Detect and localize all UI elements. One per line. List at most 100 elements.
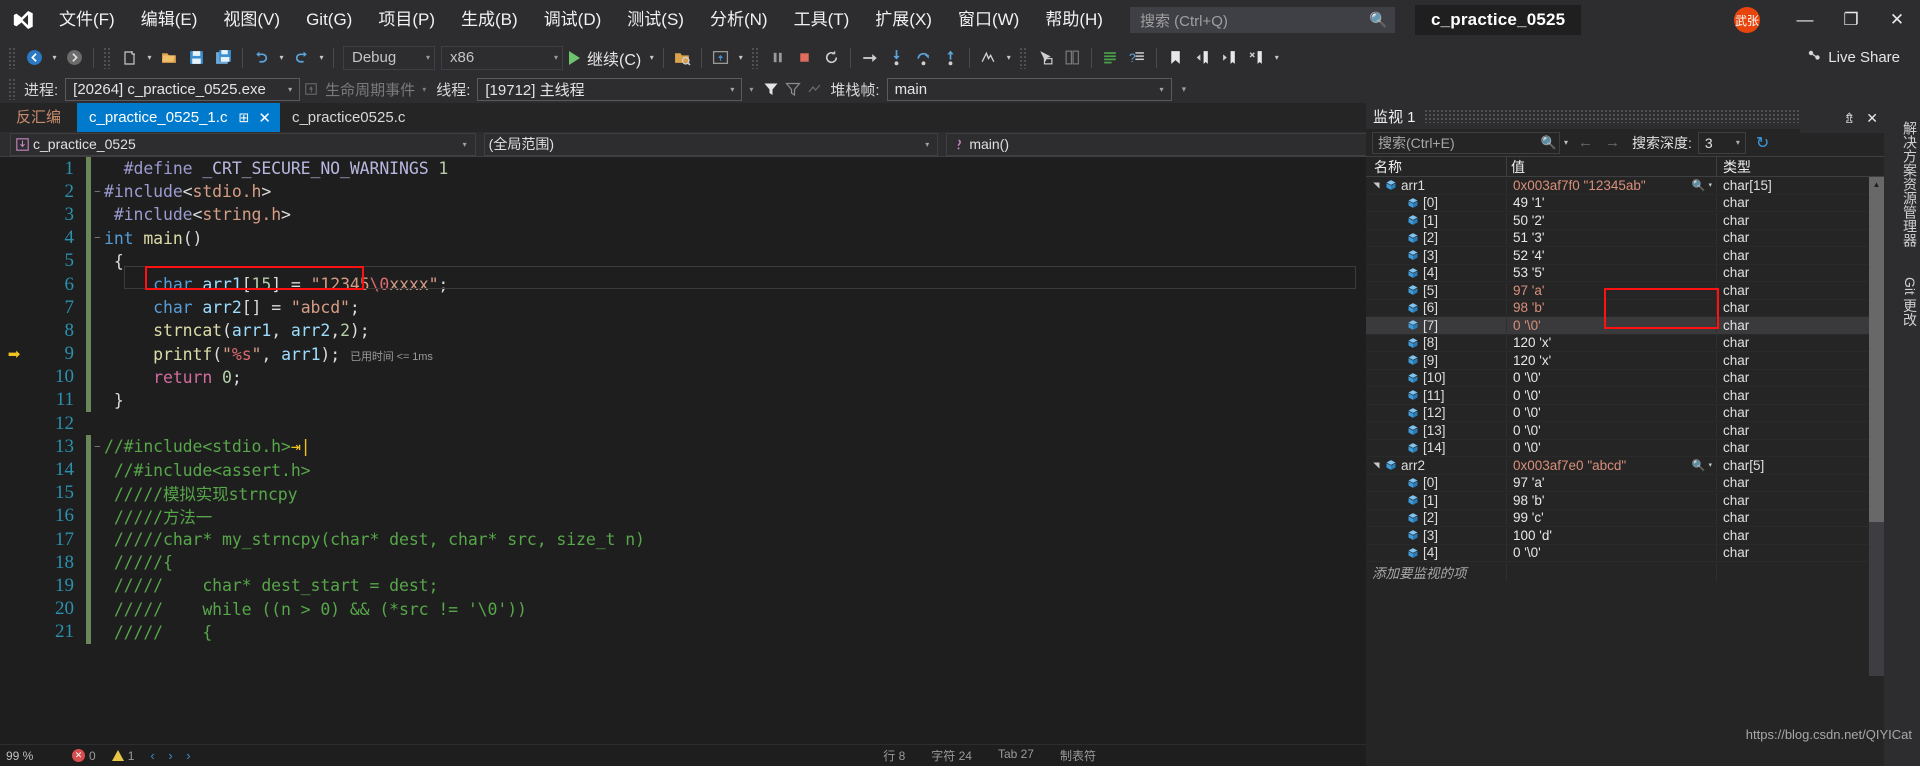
expand-collapse-icon[interactable]: ◢ [1392,409,1404,417]
code-line[interactable]: 10 return 0; [0,365,1366,389]
dock-tab-solution-explorer[interactable]: 解决方案资源管理器 [1884,109,1920,259]
toolbar-grip-2[interactable] [103,46,112,69]
step-out-icon[interactable] [937,44,964,71]
redo-caret-icon[interactable]: ▾ [315,44,328,71]
code-line[interactable]: 3 #include<string.h> [0,203,1366,227]
watch-value-cell[interactable]: 98 'b' [1506,300,1716,316]
expand-collapse-icon[interactable]: ◢ [1392,339,1404,347]
navigate-back-caret-icon[interactable]: ▾ [48,44,61,71]
tab-c-practice0525[interactable]: c_practice0525.c [280,103,414,132]
close-icon[interactable]: ✕ [258,109,271,127]
fold-toggle-icon[interactable]: − [91,441,104,453]
watch-row[interactable]: ◢ [2] 51 '3' char [1366,230,1884,247]
code-line[interactable]: 8 strncat(arr1, arr2,2); [0,319,1366,343]
minimize-button[interactable]: — [1782,0,1828,40]
menu-build[interactable]: 生成(B) [448,0,531,40]
code-line[interactable]: 18 /////{ [0,551,1366,575]
refresh-icon[interactable]: ↻ [1756,133,1769,153]
tab-c-practice-0525-1[interactable]: c_practice_0525_1.c ⊞ ✕ [77,103,280,132]
scroll-up-icon[interactable]: ▲ [1869,177,1884,192]
code-line[interactable]: 13 −//#include<stdio.h>⇥| [0,435,1366,459]
watch-value-cell[interactable]: 120 'x' [1506,335,1716,351]
expand-collapse-icon[interactable]: ◢ [1392,251,1404,259]
code-line[interactable]: 16 /////方法一 [0,504,1366,528]
menu-window[interactable]: 窗口(W) [945,0,1032,40]
watch-value-cell[interactable]: 0 '\0' [1506,387,1716,403]
lifecycle-events-icon[interactable] [300,77,322,101]
watch-row[interactable]: ◢ [4] 0 '\0' char [1366,545,1884,562]
expand-collapse-icon[interactable]: ◢ [1392,391,1404,399]
code-line[interactable]: 4 − int main() [0,226,1366,250]
code-editor[interactable]: 1 #define _CRT_SECURE_NO_WARNINGS 1 2− #in… [0,157,1366,744]
watch-row[interactable]: ◢ [6] 98 'b' char [1366,300,1884,317]
warning-count-group[interactable]: 1 [111,749,134,763]
code-line[interactable]: 12 [0,412,1366,435]
next-bookmark-icon[interactable] [1216,44,1243,71]
comment-lines-icon[interactable] [1097,44,1124,71]
watch-value-cell[interactable]: 0 '\0' [1506,405,1716,421]
open-file-icon[interactable] [156,44,183,71]
watch-value-cell[interactable]: 0 '\0' [1506,440,1716,456]
restore-button[interactable]: ❐ [1828,0,1874,40]
stop-debugging-icon[interactable] [791,44,818,71]
flatten-frames-icon[interactable] [804,77,826,101]
debugbar-overflow-icon[interactable]: ▾ [1172,84,1197,95]
watch-row[interactable]: ◢ [14] 0 '\0' char [1366,440,1884,457]
watch-search-caret-icon[interactable]: ▾ [1560,138,1572,147]
solution-platform-combo[interactable]: x86 ▾ [441,45,563,70]
watch-search-prev-icon[interactable]: ← [1572,134,1599,151]
watch-value-cell[interactable]: 0 '\0' [1506,317,1716,333]
current-statement-arrow-icon[interactable]: ➡ [0,345,28,363]
process-combo[interactable]: [20264] c_practice_0525.exe ▾ [65,77,301,101]
dock-tab-git-changes[interactable]: Git 更改 [1884,265,1920,339]
status-nav-arrows-icon[interactable]: ‹ › › [150,748,195,763]
menu-file[interactable]: 文件(F) [46,0,128,40]
expand-collapse-icon[interactable]: ◢ [1392,356,1404,364]
expand-collapse-icon[interactable]: ◢ [1392,321,1404,329]
save-all-icon[interactable] [210,44,237,71]
watch-search-input[interactable]: 搜索(Ctrl+E) 🔍 [1372,131,1560,154]
watch-grip[interactable] [1423,109,1806,123]
watch-row[interactable]: ◢ [3] 100 'd' char [1366,527,1884,545]
code-line[interactable]: 21 ///// { [0,620,1366,644]
save-icon[interactable] [183,44,210,71]
watch-value-cell[interactable]: 0 '\0' [1506,422,1716,438]
step-into-icon[interactable] [883,44,910,71]
show-next-statement-icon[interactable] [856,44,883,71]
watch-value-cell[interactable]: 0x003af7e0 "abcd" 🔍 ▾ [1506,457,1716,473]
watch-row[interactable]: ◢ [3] 52 '4' char [1366,247,1884,265]
hot-reload-icon[interactable] [707,44,734,71]
toolbar-overflow-icon[interactable]: ▾ [1270,44,1283,71]
debugbar-grip[interactable] [8,78,17,100]
lifecycle-caret-icon[interactable]: ▾ [422,85,426,94]
watch-search-next-icon[interactable]: → [1599,134,1626,151]
diagnostics-caret-icon[interactable]: ▾ [1002,44,1015,71]
code-line[interactable]: 7 char arr2[] = "abcd"; [0,296,1366,320]
menu-project[interactable]: 项目(P) [365,0,448,40]
watch-add-row[interactable]: 添加要监视的项 [1366,562,1884,581]
watch-value-cell[interactable]: 120 'x' [1506,352,1716,368]
expand-collapse-icon[interactable]: ◢ [1392,549,1404,557]
search-depth-combo[interactable]: 3 ▾ [1697,131,1746,154]
navigate-back-icon[interactable] [21,44,48,71]
value-visualizer-group[interactable]: 🔍 ▾ [1692,179,1716,192]
filter-icon[interactable] [760,77,782,101]
code-line[interactable]: ➡ 9 printf("%s", arr1); 已用时间 <= 1ms [0,342,1366,366]
fold-toggle-icon[interactable]: − [91,186,104,198]
watch-row[interactable]: ◢ [1] 50 '2' char [1366,212,1884,230]
avatar[interactable]: 武张 [1734,7,1760,33]
menu-extensions[interactable]: 扩展(X) [862,0,945,40]
magnifier-icon[interactable]: 🔍 [1692,459,1706,472]
nav-scope-combo[interactable]: (全局范围) ▾ [483,132,939,156]
watch-scrollbar[interactable]: ▲ [1869,177,1884,676]
expand-collapse-icon[interactable]: ◢ [1392,286,1404,294]
expand-collapse-icon[interactable]: ◢ [1392,444,1404,452]
thread-combo[interactable]: [19712] 主线程 ▾ [477,77,743,101]
redo-icon[interactable] [288,44,315,71]
toolbar-grip-4[interactable] [1019,46,1029,69]
column-header-type[interactable]: 类型 [1716,156,1884,177]
undo-caret-icon[interactable]: ▾ [275,44,288,71]
code-line[interactable]: 15 /////模拟实现strncpy [0,481,1366,505]
watch-value-cell[interactable]: 0x003af7f0 "12345ab" 🔍 ▾ [1506,177,1716,193]
toggle-bookmark-icon[interactable] [1162,44,1189,71]
